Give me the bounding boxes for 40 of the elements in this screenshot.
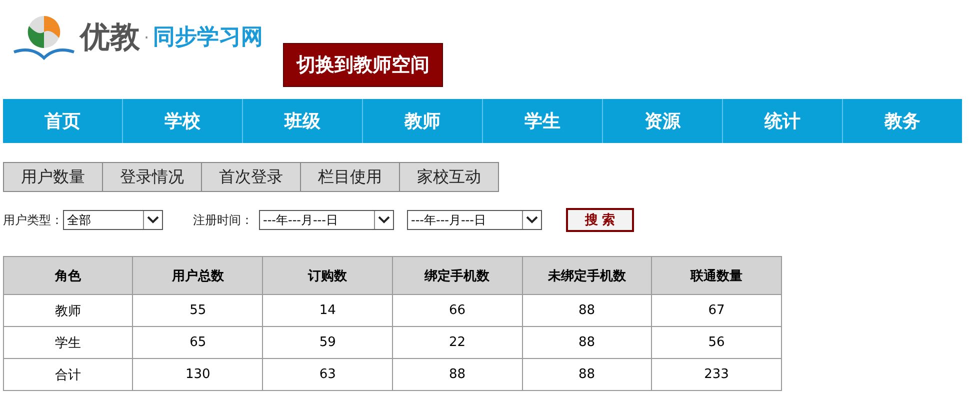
table-cell: 88 — [392, 358, 522, 390]
column-header: 订购数 — [262, 256, 392, 294]
tab[interactable]: 用户数量 — [3, 162, 103, 192]
logo-text: 优教 — [80, 18, 140, 56]
table-cell: 88 — [522, 326, 652, 358]
column-header: 绑定手机数 — [392, 256, 522, 294]
date-to-select[interactable]: ---年---月---日 — [407, 210, 542, 230]
tab[interactable]: 首次登录 — [201, 162, 301, 192]
tab[interactable]: 家校互动 — [399, 162, 499, 192]
user-type-select[interactable]: 全部 — [63, 210, 163, 230]
table-cell: 14 — [262, 294, 392, 326]
logo-subtitle: 同步学习网 — [153, 24, 264, 52]
table-cell: 88 — [522, 358, 652, 390]
tab[interactable]: 栏目使用 — [300, 162, 400, 192]
table-cell: 学生 — [4, 326, 133, 358]
date-from-select[interactable]: ---年---月---日 — [259, 210, 394, 230]
logo-separator: · — [144, 28, 150, 46]
column-header: 未绑定手机数 — [522, 256, 652, 294]
table-cell: 66 — [392, 294, 522, 326]
table-cell: 教师 — [4, 294, 133, 326]
user-type-label: 用户类型： — [3, 212, 63, 228]
search-button[interactable]: 搜 索 — [566, 208, 634, 232]
table-cell: 56 — [652, 326, 782, 358]
table-cell: 合计 — [4, 358, 133, 390]
table-cell: 55 — [132, 294, 263, 326]
table-cell: 65 — [132, 326, 263, 358]
register-time-label: 注册时间： — [193, 212, 253, 228]
column-header: 角色 — [4, 256, 133, 294]
switch-space-button[interactable]: 切换到教师空间 — [283, 43, 444, 87]
table-cell: 63 — [262, 358, 392, 390]
table-cell: 22 — [392, 326, 522, 358]
column-header: 联通数量 — [652, 256, 782, 294]
table-cell: 59 — [262, 326, 392, 358]
logo-icon — [12, 14, 76, 60]
table-cell: 88 — [522, 294, 652, 326]
tab[interactable]: 登录情况 — [102, 162, 202, 192]
table-cell: 67 — [652, 294, 782, 326]
table-cell: 130 — [132, 358, 263, 390]
table-cell: 233 — [652, 358, 782, 390]
column-header: 用户总数 — [132, 256, 263, 294]
